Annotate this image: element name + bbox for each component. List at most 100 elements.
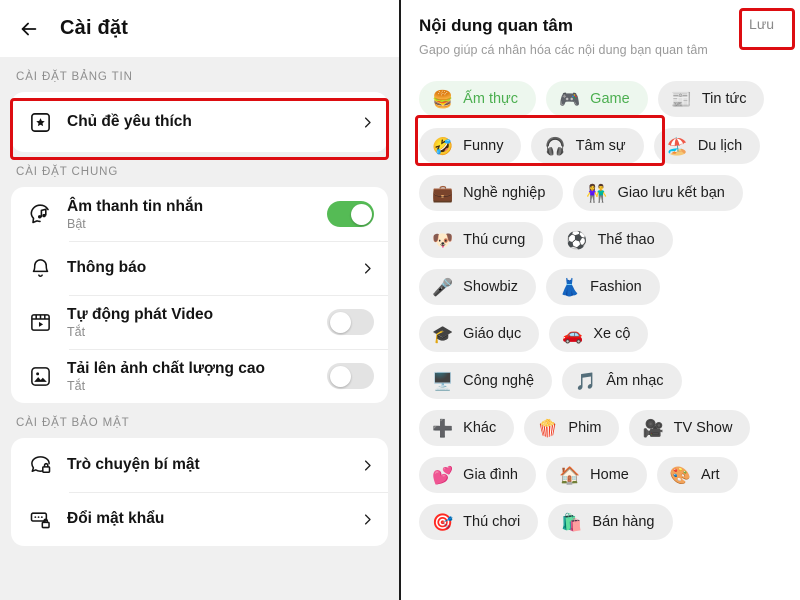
star-box-icon [25, 111, 55, 134]
interest-chip-label: Thú chơi [463, 514, 521, 530]
settings-card-newsfeed: Chủ đề yêu thích [11, 92, 388, 152]
settings-row-subtitle: Bật [67, 217, 86, 232]
chevron-right-icon [360, 115, 374, 129]
settings-row-text: Thông báo [55, 258, 360, 277]
interest-chip-emoji-icon: 🛍️ [561, 512, 583, 532]
settings-row-change-password[interactable]: Đổi mật khẩu [11, 492, 388, 546]
settings-row-title: Đổi mật khẩu [67, 510, 165, 528]
interest-chip[interactable]: 🍿 Phim [524, 410, 620, 446]
settings-row-hq-upload[interactable]: Tải lên ảnh chất lượng cao Tắt [11, 349, 388, 403]
interest-chip-label: Nghề nghiệp [463, 185, 546, 201]
interest-chip-label: Tin tức [701, 91, 747, 107]
interest-chip-emoji-icon: 🎧 [544, 136, 566, 156]
interests-title: Nội dung quan tâm [419, 16, 573, 35]
settings-header: Cài đặt [0, 0, 399, 57]
settings-row-notification[interactable]: Thông báo [11, 241, 388, 295]
chevron-right-icon [360, 261, 374, 275]
app-screen: Cài đặt CÀI ĐẶT BẢNG TIN Chủ đề yêu thíc… [0, 0, 800, 600]
settings-row-text: Tải lên ảnh chất lượng cao Tắt [55, 359, 327, 393]
interest-chip[interactable]: 🏠 Home [546, 457, 647, 493]
interest-chip-emoji-icon: 🤣 [432, 136, 454, 156]
interest-chip[interactable]: 🎵 Âm nhạc [562, 363, 682, 399]
section-label-security: CÀI ĐẶT BẢO MẬT [16, 417, 130, 429]
interest-chip[interactable]: 🖥️ Công nghệ [419, 363, 553, 399]
interest-chip-label: Art [701, 467, 720, 483]
secret-chat-icon [25, 454, 55, 477]
interest-chip[interactable]: 🐶 Thú cưng [419, 222, 544, 258]
interest-chip-emoji-icon: 💼 [432, 183, 454, 203]
interest-chip[interactable]: 🎤 Showbiz [419, 269, 536, 305]
settings-card-general: Âm thanh tin nhắn Bật Thông báo Tự động … [11, 187, 388, 403]
settings-panel: Cài đặt CÀI ĐẶT BẢNG TIN Chủ đề yêu thíc… [0, 0, 399, 600]
interest-chip[interactable]: 🎮 Game [546, 81, 648, 117]
interest-chip[interactable]: 🏖️ Du lịch [653, 128, 761, 164]
interest-chip[interactable]: 📰 Tin tức [657, 81, 765, 117]
interest-chip-emoji-icon: 🎵 [575, 371, 597, 391]
section-label-general: CÀI ĐẶT CHUNG [16, 166, 119, 178]
password-lock-icon [25, 508, 55, 531]
settings-row-message-sound[interactable]: Âm thanh tin nhắn Bật [11, 187, 388, 241]
interest-chip-label: Ấm thực [463, 91, 518, 107]
settings-row-autoplay-video[interactable]: Tự động phát Video Tắt [11, 295, 388, 349]
interest-chip[interactable]: ⚽ Thể thao [553, 222, 673, 258]
interest-chip-emoji-icon: 📰 [670, 89, 692, 109]
interest-chip[interactable]: 🎥 TV Show [629, 410, 751, 446]
interest-chip[interactable]: ➕ Khác [419, 410, 515, 446]
interest-chip-label: Fashion [590, 279, 642, 295]
page-title: Cài đặt [60, 17, 129, 39]
interest-chip[interactable]: 🎓 Giáo dục [419, 316, 540, 352]
interest-chip[interactable]: 🍔 Ấm thực [419, 81, 536, 117]
bell-icon [25, 257, 55, 280]
interest-chip-emoji-icon: 🎥 [642, 418, 664, 438]
interest-chip-label: Phim [568, 420, 602, 436]
interest-chip[interactable]: 🎧 Tâm sự [531, 128, 644, 164]
interest-chip-emoji-icon: 🖥️ [432, 371, 454, 391]
interest-chip[interactable]: 💕 Gia đình [419, 457, 536, 493]
interest-chip-emoji-icon: 🍔 [432, 89, 454, 109]
toggle-knob [350, 203, 372, 225]
settings-row-title: Tự động phát Video [67, 305, 214, 323]
settings-row-favorite-topics[interactable]: Chủ đề yêu thích [11, 92, 388, 152]
toggle-hq-upload[interactable] [327, 363, 374, 389]
settings-row-title: Tải lên ảnh chất lượng cao [67, 359, 265, 377]
toggle-knob [329, 311, 351, 333]
interest-chip-label: Du lịch [697, 138, 743, 154]
interest-chip-emoji-icon: 🎨 [669, 465, 692, 485]
interest-chip-label: Game [590, 91, 630, 107]
interest-chip-emoji-icon: 👗 [558, 277, 581, 297]
interest-chip-label: Khác [463, 420, 497, 436]
interest-chip[interactable]: 🚗 Xe cộ [549, 316, 649, 352]
interest-chip-label: Home [590, 467, 629, 483]
settings-row-text: Âm thanh tin nhắn Bật [55, 197, 327, 231]
toggle-message-sound[interactable] [327, 201, 374, 227]
interest-chip-label: Gia đình [463, 467, 518, 483]
interest-chip[interactable]: 🛍️ Bán hàng [548, 504, 673, 540]
interest-chip-label: Bán hàng [592, 514, 655, 530]
settings-row-subtitle: Tắt [67, 379, 86, 394]
interest-chip-label: Tâm sự [575, 138, 626, 154]
interests-panel: Nội dung quan tâm Gapo giúp cá nhân hóa … [401, 0, 800, 600]
settings-row-subtitle: Tắt [67, 325, 86, 340]
interest-chip[interactable]: 💼 Nghề nghiệp [419, 175, 564, 211]
save-button[interactable]: Lưu [749, 16, 774, 32]
interest-chip[interactable]: 🤣 Funny [419, 128, 522, 164]
interest-chip-emoji-icon: 🎯 [432, 512, 454, 532]
photo-icon [25, 365, 55, 388]
interest-chip[interactable]: 👗 Fashion [545, 269, 660, 305]
interest-chip-label: Công nghệ [463, 373, 535, 389]
interest-chip[interactable]: 🎨 Art [656, 457, 738, 493]
interest-chip-emoji-icon: 🎮 [559, 89, 581, 109]
interest-chip-label: Funny [463, 138, 504, 154]
settings-row-title: Chủ đề yêu thích [67, 113, 192, 131]
settings-row-secret-chat[interactable]: Trò chuyện bí mật [11, 438, 388, 492]
interests-header: Nội dung quan tâm Gapo giúp cá nhân hóa … [401, 0, 800, 57]
interest-chip-emoji-icon: ➕ [432, 418, 454, 438]
toggle-autoplay-video[interactable] [327, 309, 374, 335]
toggle-knob [329, 365, 351, 387]
settings-row-title: Trò chuyện bí mật [67, 456, 200, 474]
interest-chip[interactable]: 🎯 Thú chơi [419, 504, 539, 540]
chevron-right-icon [360, 458, 374, 472]
interest-chip-label: Âm nhạc [606, 373, 664, 389]
interest-chip[interactable]: 👫 Giao lưu kết bạn [573, 175, 743, 211]
back-arrow-icon[interactable] [18, 18, 40, 40]
